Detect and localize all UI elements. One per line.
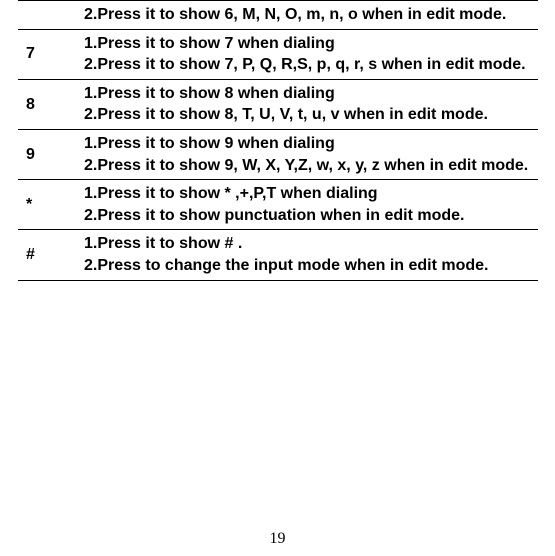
key-cell: 9 xyxy=(18,129,79,179)
desc-cell: 1.Press it to show 9 when dialing2.Press… xyxy=(79,129,538,179)
table-row: 8 1.Press it to show 8 when dialing2.Pre… xyxy=(18,79,538,129)
key-cell: 7 xyxy=(18,29,79,79)
desc-cell: 1.Press it to show 8 when dialing2.Press… xyxy=(79,79,538,129)
page-container: 2.Press it to show 6, M, N, O, m, n, o w… xyxy=(0,0,555,556)
desc-cell: 1.Press it to show 7 when dialing2.Press… xyxy=(79,29,538,79)
table-row: # 1.Press it to show # .2.Press to chang… xyxy=(18,230,538,280)
table-row: 9 1.Press it to show 9 when dialing2.Pre… xyxy=(18,129,538,179)
table-row: 7 1.Press it to show 7 when dialing2.Pre… xyxy=(18,29,538,79)
desc-cell: 1.Press it to show * ,+,P,T when dialing… xyxy=(79,180,538,230)
table-row: * 1.Press it to show * ,+,P,T when diali… xyxy=(18,180,538,230)
desc-cell: 2.Press it to show 6, M, N, O, m, n, o w… xyxy=(79,1,538,30)
desc-cell: 1.Press it to show # .2.Press to change … xyxy=(79,230,538,280)
table-row: 2.Press it to show 6, M, N, O, m, n, o w… xyxy=(18,1,538,30)
key-function-table: 2.Press it to show 6, M, N, O, m, n, o w… xyxy=(18,0,538,281)
key-cell xyxy=(18,1,79,30)
key-cell: * xyxy=(18,180,79,230)
page-number: 19 xyxy=(0,530,555,548)
key-cell: 8 xyxy=(18,79,79,129)
key-cell: # xyxy=(18,230,79,280)
